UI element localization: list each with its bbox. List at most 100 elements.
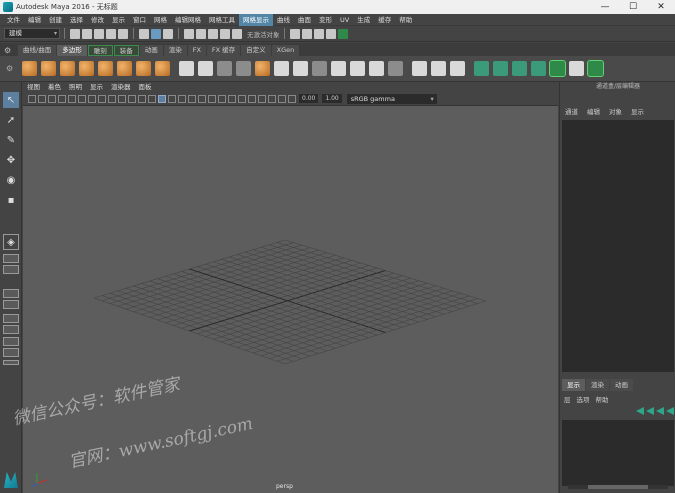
paint-select-tool-icon[interactable]: ✎ — [3, 132, 19, 148]
layer-tab[interactable]: 显示 — [562, 379, 585, 391]
smooth-shade-icon[interactable] — [168, 94, 176, 103]
layer-menu-item[interactable]: 层 — [564, 394, 571, 404]
viewport-menu-item[interactable]: 面板 — [139, 82, 152, 92]
torus-icon[interactable] — [98, 61, 113, 76]
shadows-icon[interactable] — [208, 94, 216, 103]
uv-checker-icon[interactable] — [569, 61, 584, 76]
snap-grid-icon[interactable] — [184, 28, 194, 39]
layout-node-icon[interactable] — [3, 348, 19, 357]
menu-item[interactable]: 修改 — [87, 14, 108, 26]
render-frame-icon[interactable] — [289, 28, 300, 39]
viewport-menu-item[interactable]: 着色 — [48, 82, 61, 92]
uv-auto-icon[interactable] — [531, 61, 546, 76]
safe-action-icon[interactable] — [138, 94, 146, 103]
disc-icon[interactable] — [136, 61, 151, 76]
screen-ambient-occlusion-icon[interactable] — [218, 94, 226, 103]
cylinder-icon[interactable] — [60, 61, 75, 76]
textured-icon[interactable] — [188, 94, 196, 103]
bridge-icon[interactable] — [293, 61, 308, 76]
make-live-icon[interactable] — [232, 28, 242, 39]
snap-point-icon[interactable] — [208, 28, 218, 39]
new-layer-selected-icon[interactable] — [666, 407, 674, 415]
layout-four-panes-icon[interactable] — [3, 265, 19, 274]
menu-item[interactable]: 选择 — [66, 14, 87, 26]
menu-item[interactable]: 显示 — [108, 14, 129, 26]
average-icon[interactable] — [274, 61, 289, 76]
uv-planar-icon[interactable] — [474, 61, 489, 76]
uv-layout-icon[interactable] — [587, 60, 604, 77]
undo-icon[interactable] — [106, 28, 116, 39]
menu-item[interactable]: 网格 — [150, 14, 171, 26]
xray-joints-icon[interactable] — [278, 94, 286, 103]
layout-uv-icon[interactable] — [3, 337, 19, 346]
shelf-tab[interactable]: 多边形 — [57, 45, 87, 56]
shelf-tab[interactable]: 雕刻 — [87, 45, 113, 56]
layout-graph-icon[interactable] — [3, 300, 19, 309]
plane-icon[interactable] — [117, 61, 132, 76]
snap-curve-icon[interactable] — [196, 28, 206, 39]
layout-outliner-icon[interactable] — [3, 289, 19, 298]
viewport-menu-item[interactable]: 显示 — [90, 82, 103, 92]
cube-icon[interactable] — [41, 61, 56, 76]
shelf-tab[interactable]: FX — [187, 45, 206, 56]
image-plane-icon[interactable] — [58, 94, 66, 103]
single-view-icon[interactable]: ◈ — [3, 234, 19, 250]
lasso-tool-icon[interactable]: ➚ — [3, 112, 19, 128]
viewport-panel[interactable]: persp — [23, 106, 558, 493]
scale-tool-icon[interactable]: ▪ — [3, 192, 19, 208]
multisample-aa-icon[interactable] — [238, 94, 246, 103]
rotate-tool-icon[interactable]: ◉ — [3, 172, 19, 188]
2d-pan-icon[interactable] — [68, 94, 76, 103]
bevel-icon[interactable] — [412, 61, 427, 76]
layer-menu-item[interactable]: 选项 — [577, 394, 590, 404]
layout-two-panes-icon[interactable] — [3, 254, 19, 263]
select-component-icon[interactable] — [163, 28, 173, 39]
shelf-tab[interactable]: 装备 — [113, 45, 139, 56]
open-scene-icon[interactable] — [82, 28, 92, 39]
shelf-settings-icon[interactable]: ⚙ — [4, 46, 14, 56]
resolution-gate-icon[interactable] — [108, 94, 116, 103]
safe-title-icon[interactable] — [148, 94, 156, 103]
hypershade-icon[interactable] — [325, 28, 336, 39]
viewport-menu-item[interactable]: 照明 — [69, 82, 82, 92]
select-camera-icon[interactable] — [28, 94, 36, 103]
scrollbar-thumb[interactable] — [588, 485, 648, 489]
grid-icon[interactable] — [88, 94, 96, 103]
layout-script-icon[interactable] — [3, 325, 19, 334]
target-weld-icon[interactable] — [388, 61, 403, 76]
exposure-field[interactable]: 0.00 — [299, 94, 319, 103]
xray-icon[interactable] — [268, 94, 276, 103]
layout-hypershade-icon[interactable] — [3, 314, 19, 323]
menu-item[interactable]: 缓存 — [374, 14, 395, 26]
new-scene-icon[interactable] — [70, 28, 80, 39]
extract-icon[interactable] — [217, 61, 232, 76]
shelf-tab[interactable]: 自定义 — [241, 45, 271, 56]
horizontal-scrollbar[interactable] — [568, 485, 668, 489]
uv-editor-icon[interactable] — [549, 60, 566, 77]
shelf-tab[interactable]: 渲染 — [163, 45, 187, 56]
new-layer-icon[interactable] — [656, 407, 664, 415]
motion-blur-icon[interactable] — [228, 94, 236, 103]
layout-extra-icon[interactable] — [3, 360, 19, 365]
field-chart-icon[interactable] — [128, 94, 136, 103]
snap-view-icon[interactable] — [220, 28, 230, 39]
menu-item[interactable]: 网格显示 — [239, 13, 273, 26]
channel-box-menu-item[interactable]: 显示 — [631, 106, 644, 118]
menu-item[interactable]: 编辑网格 — [171, 14, 205, 26]
merge-icon[interactable] — [450, 61, 465, 76]
gear-icon[interactable]: ⚙ — [6, 64, 13, 73]
layer-menu-item[interactable]: 帮助 — [596, 394, 609, 404]
boolean-icon[interactable] — [255, 61, 270, 76]
select-object-icon[interactable] — [151, 28, 161, 39]
gate-mask-icon[interactable] — [118, 94, 126, 103]
layer-list[interactable] — [562, 420, 674, 486]
move-layer-up-icon[interactable] — [636, 407, 644, 415]
wireframe-icon[interactable] — [158, 94, 166, 103]
ipr-render-icon[interactable] — [301, 28, 312, 39]
menu-item[interactable]: 文件 — [3, 14, 24, 26]
sphere-icon[interactable] — [22, 61, 37, 76]
channel-box-menu-item[interactable]: 对象 — [609, 106, 622, 118]
menu-item[interactable]: 曲线 — [273, 14, 294, 26]
menu-item[interactable]: 编辑 — [24, 14, 45, 26]
maximize-button[interactable]: ☐ — [619, 0, 647, 14]
